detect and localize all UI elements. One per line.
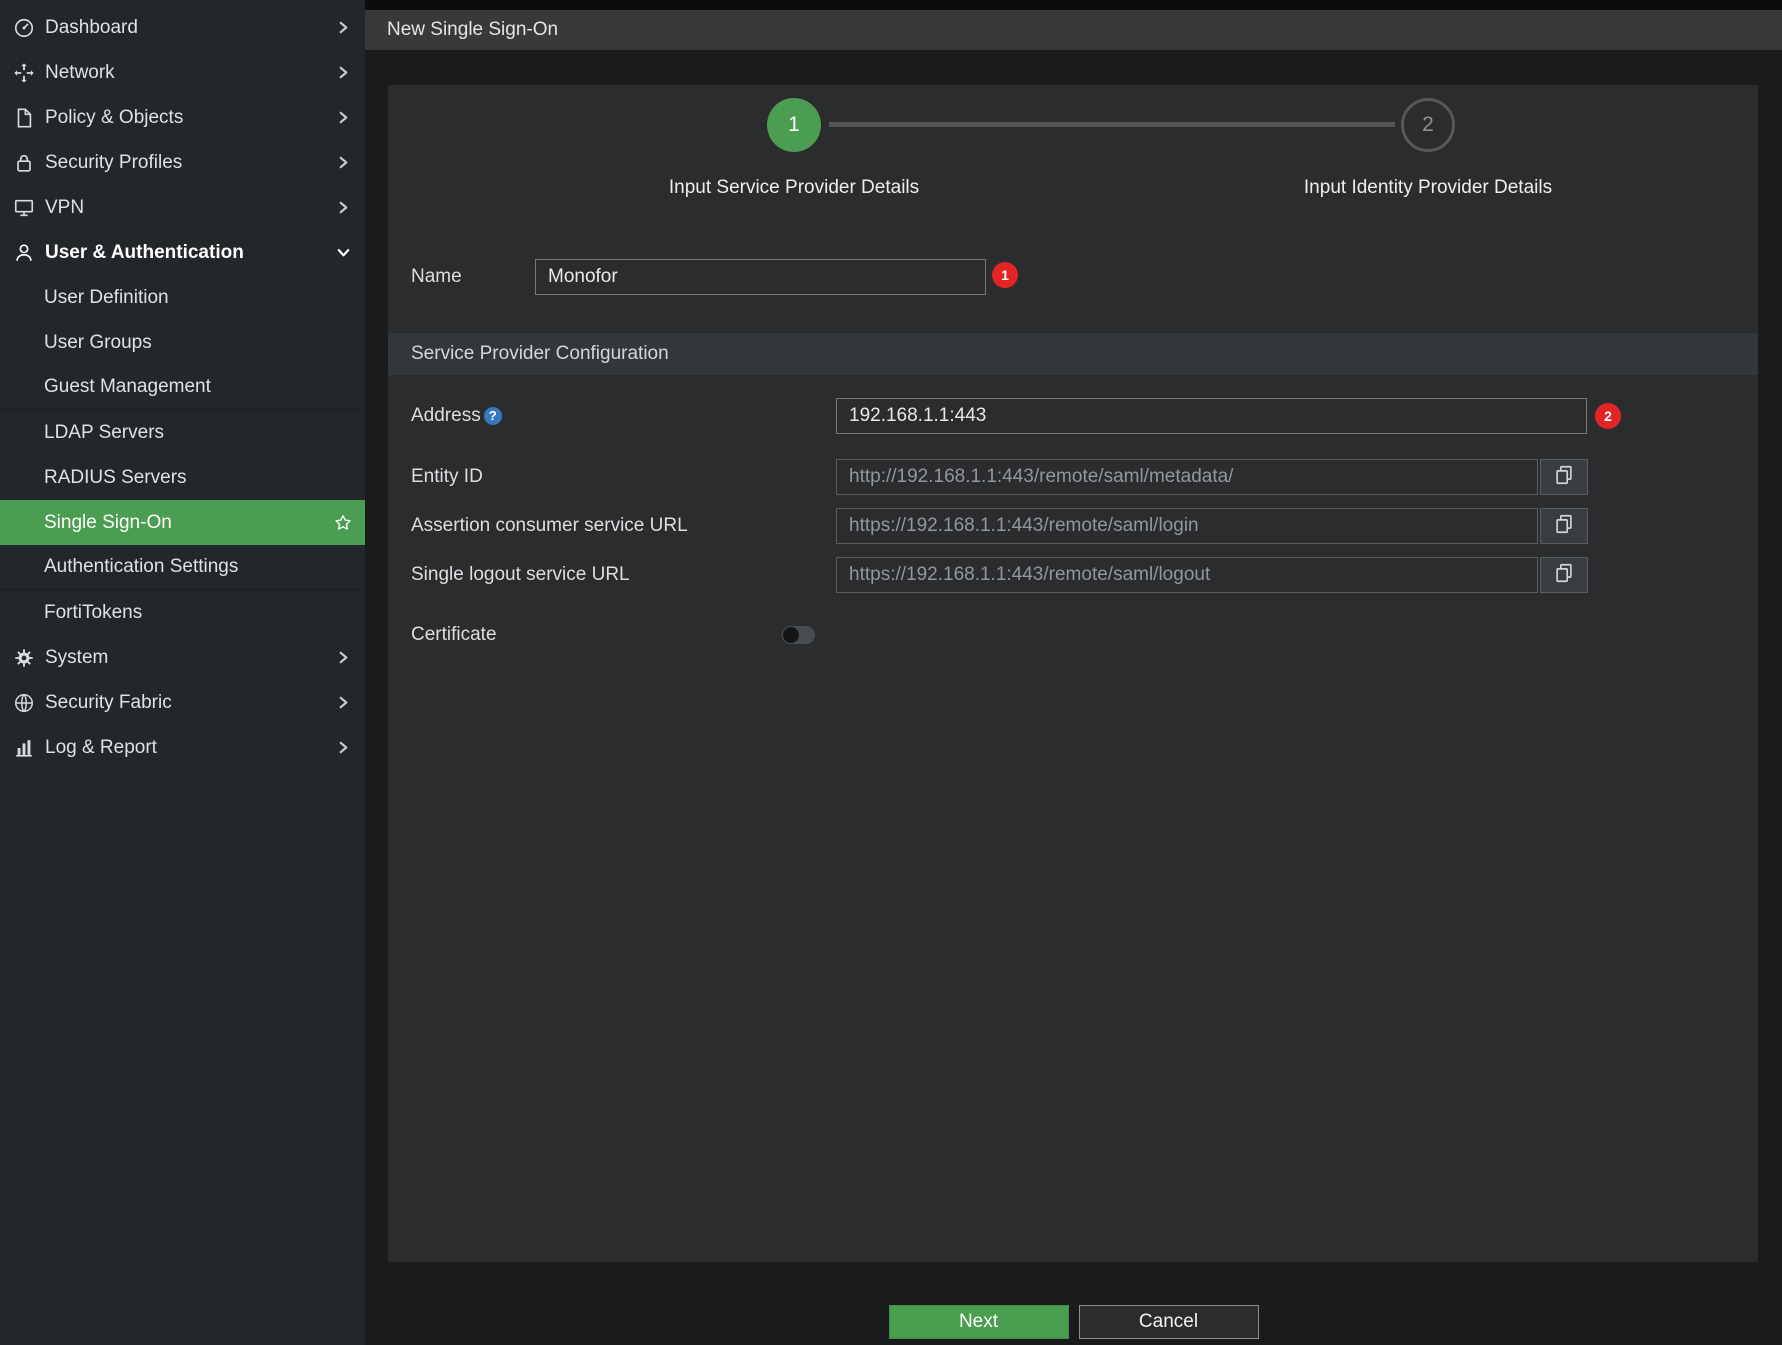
sidebar-item-security-profiles[interactable]: Security Profiles	[0, 140, 365, 185]
system-icon	[12, 646, 36, 670]
vpn-icon	[12, 196, 36, 220]
chevron-right-icon	[336, 200, 351, 215]
sidebar-item-label: System	[45, 647, 108, 669]
sidebar-item-user-authentication[interactable]: User & Authentication	[0, 230, 365, 275]
acs-url-input	[836, 508, 1538, 544]
entity-id-label: Entity ID	[411, 459, 483, 495]
sidebar-item-user-groups[interactable]: User Groups	[0, 320, 365, 365]
sidebar-item-label: User Groups	[44, 332, 152, 354]
sidebar-item-label: VPN	[45, 197, 84, 219]
sidebar-item-user-definition[interactable]: User Definition	[0, 275, 365, 320]
app-window: Dashboard Network Policy & Objects Secur…	[0, 0, 1782, 1345]
chevron-right-icon	[336, 65, 351, 80]
section-service-provider-configuration: Service Provider Configuration	[388, 333, 1758, 375]
sidebar-item-authentication-settings[interactable]: Authentication Settings	[0, 545, 365, 590]
help-icon[interactable]: ?	[484, 407, 502, 425]
wizard-step-1-number: 1	[788, 113, 800, 137]
sidebar-item-label: FortiTokens	[44, 602, 142, 624]
sidebar-item-policy-objects[interactable]: Policy & Objects	[0, 95, 365, 140]
name-label: Name	[411, 259, 462, 295]
sidebar-item-label: Policy & Objects	[45, 107, 183, 129]
chevron-right-icon	[336, 155, 351, 170]
entity-id-copy-button[interactable]	[1540, 459, 1588, 495]
sidebar-item-label: Authentication Settings	[44, 556, 238, 578]
entity-id-input	[836, 459, 1538, 495]
certificate-toggle-knob	[783, 627, 799, 643]
network-icon	[12, 61, 36, 85]
copy-icon	[1553, 513, 1575, 540]
sso-wizard-panel: 1 2 Input Service Provider Details Input…	[388, 85, 1758, 1262]
address-step-badge: 2	[1595, 403, 1621, 429]
sidebar-item-label: Dashboard	[45, 17, 138, 39]
security-fabric-icon	[12, 691, 36, 715]
sidebar-item-single-sign-on[interactable]: Single Sign-On	[0, 500, 365, 545]
address-label: Address	[411, 398, 481, 434]
acs-url-label: Assertion consumer service URL	[411, 508, 688, 544]
policy-objects-icon	[12, 106, 36, 130]
cancel-button[interactable]: Cancel	[1079, 1305, 1259, 1339]
wizard-step-1-label: Input Service Provider Details	[544, 177, 1044, 199]
wizard-step-2-label: Input Identity Provider Details	[1178, 177, 1678, 199]
sidebar-item-label: Single Sign-On	[44, 512, 172, 534]
sidebar-item-label: User Definition	[44, 287, 169, 309]
wizard-step-connector	[829, 122, 1395, 127]
favorite-star-icon[interactable]	[333, 513, 353, 533]
sidebar-item-network[interactable]: Network	[0, 50, 365, 95]
next-button[interactable]: Next	[889, 1305, 1069, 1339]
sidebar-item-system[interactable]: System	[0, 635, 365, 680]
copy-icon	[1553, 562, 1575, 589]
main-content: New Single Sign-On 1 2 Input Service Pro…	[365, 0, 1782, 1345]
sidebar-item-label: Security Profiles	[45, 152, 182, 174]
sidebar-item-label: RADIUS Servers	[44, 467, 187, 489]
sidebar-item-label: User & Authentication	[45, 242, 244, 264]
slo-url-label: Single logout service URL	[411, 557, 630, 593]
slo-url-copy-button[interactable]	[1540, 557, 1588, 593]
log-report-icon	[12, 736, 36, 760]
sidebar-item-guest-management[interactable]: Guest Management	[0, 365, 365, 410]
chevron-right-icon	[336, 110, 351, 125]
copy-icon	[1553, 464, 1575, 491]
page-title: New Single Sign-On	[387, 19, 558, 41]
dashboard-icon	[12, 16, 36, 40]
wizard-step-1: 1	[767, 98, 821, 152]
sidebar-item-vpn[interactable]: VPN	[0, 185, 365, 230]
sidebar: Dashboard Network Policy & Objects Secur…	[0, 0, 365, 1345]
name-step-badge: 1	[992, 262, 1018, 288]
sidebar-item-radius-servers[interactable]: RADIUS Servers	[0, 455, 365, 500]
chevron-right-icon	[336, 650, 351, 665]
sidebar-item-fortitokens[interactable]: FortiTokens	[0, 590, 365, 635]
chevron-right-icon	[336, 20, 351, 35]
sidebar-item-dashboard[interactable]: Dashboard	[0, 5, 365, 50]
sidebar-item-label: Security Fabric	[45, 692, 172, 714]
certificate-label: Certificate	[411, 617, 497, 653]
chevron-right-icon	[336, 695, 351, 710]
chevron-down-icon	[336, 245, 351, 260]
page-title-bar: New Single Sign-On	[365, 10, 1782, 50]
sidebar-item-label: Network	[45, 62, 115, 84]
sidebar-item-ldap-servers[interactable]: LDAP Servers	[0, 410, 365, 455]
footer-actions: Next Cancel	[365, 1305, 1782, 1339]
sidebar-item-label: Log & Report	[45, 737, 157, 759]
sidebar-item-log-report[interactable]: Log & Report	[0, 725, 365, 770]
certificate-toggle[interactable]	[782, 626, 815, 644]
slo-url-input	[836, 557, 1538, 593]
sidebar-item-label: LDAP Servers	[44, 422, 164, 444]
wizard-step-2: 2	[1401, 98, 1455, 152]
address-label-row: Address ?	[411, 398, 502, 434]
user-authentication-icon	[12, 241, 36, 265]
sidebar-item-security-fabric[interactable]: Security Fabric	[0, 680, 365, 725]
address-input[interactable]	[836, 398, 1587, 434]
top-strip	[365, 0, 1782, 10]
sidebar-item-label: Guest Management	[44, 376, 211, 398]
security-profiles-icon	[12, 151, 36, 175]
acs-url-copy-button[interactable]	[1540, 508, 1588, 544]
name-input[interactable]	[535, 259, 986, 295]
wizard-step-2-number: 2	[1422, 113, 1434, 137]
chevron-right-icon	[336, 740, 351, 755]
